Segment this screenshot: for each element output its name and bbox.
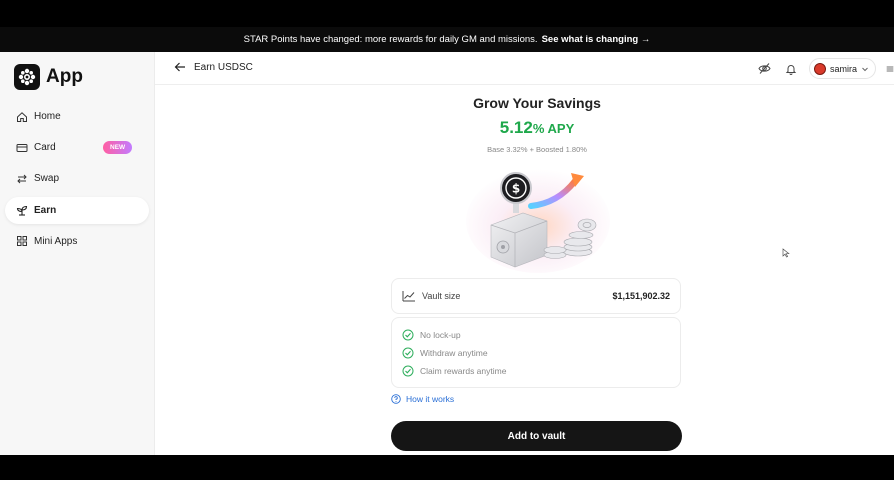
arrow-left-icon	[174, 62, 185, 72]
sidebar: App Home Card NEW Swap Earn Mini Apps	[0, 52, 155, 455]
top-bar: Earn USDSC samira	[155, 52, 894, 85]
logo-text: App	[46, 66, 83, 87]
feature-item: Withdraw anytime	[402, 344, 670, 362]
earn-icon	[16, 206, 28, 216]
sidebar-item-mini-apps[interactable]: Mini Apps	[5, 228, 149, 255]
apy-display: 5.12% APY	[155, 118, 894, 138]
sidebar-item-earn[interactable]: Earn	[5, 196, 149, 224]
menu-icon[interactable]	[886, 61, 894, 77]
home-icon	[17, 111, 27, 122]
vault-illustration: $	[466, 169, 610, 273]
feature-label: Withdraw anytime	[420, 348, 488, 358]
apy-breakdown: Base 3.32% + Boosted 1.80%	[487, 145, 587, 154]
vault-size-value: $1,151,902.32	[612, 291, 670, 301]
chart-trend-icon	[402, 291, 415, 302]
username: samira	[829, 63, 857, 74]
how-it-works-label: How it works	[406, 394, 455, 404]
bell-icon[interactable]	[783, 61, 799, 77]
top-bar-actions: samira	[757, 58, 894, 79]
earn-content: Grow Your Savings 5.12% APY Base 3.32% +…	[155, 85, 894, 455]
feature-item: No lock-up	[402, 326, 670, 344]
new-badge: NEW	[103, 141, 133, 155]
sidebar-item-card[interactable]: Card NEW	[5, 134, 149, 161]
mouse-cursor-icon	[782, 248, 790, 258]
check-circle-icon	[402, 365, 414, 377]
avatar	[813, 62, 826, 75]
letterbox-top	[0, 0, 894, 25]
sidebar-item-label: Mini Apps	[34, 235, 78, 247]
feature-label: No lock-up	[420, 330, 461, 340]
svg-text:$: $	[512, 182, 520, 196]
page-heading: Grow Your Savings	[473, 95, 601, 111]
how-it-works-link[interactable]: How it works	[391, 394, 454, 404]
back-button[interactable]: Earn USDSC	[174, 61, 253, 73]
feature-label: Claim rewards anytime	[420, 366, 507, 376]
card-icon	[16, 143, 28, 152]
sidebar-item-label: Home	[34, 111, 61, 122]
sidebar-item-swap[interactable]: Swap	[5, 165, 149, 192]
vault-size-card: Vault size $1,151,902.32	[391, 278, 681, 314]
grid-icon	[17, 236, 27, 247]
swap-icon	[17, 174, 27, 184]
logo[interactable]: App	[14, 64, 83, 90]
check-circle-icon	[402, 329, 414, 341]
sidebar-item-label: Card	[34, 142, 56, 154]
page-title: Earn USDSC	[194, 61, 253, 73]
check-circle-icon	[402, 347, 414, 359]
banner-link[interactable]: See what is changing →	[542, 34, 651, 45]
apy-unit: % APY	[532, 121, 575, 136]
sidebar-item-home[interactable]: Home	[5, 103, 149, 130]
help-circle-icon	[391, 394, 401, 404]
app-window: App Home Card NEW Swap Earn Mini Apps Ea…	[0, 52, 894, 455]
eye-off-icon[interactable]	[757, 61, 773, 77]
banner-text: STAR Points have changed: more rewards f…	[243, 34, 538, 45]
sidebar-item-label: Earn	[34, 204, 57, 216]
announcement-banner: STAR Points have changed: more rewards f…	[0, 27, 894, 52]
add-to-vault-button[interactable]: Add to vault	[391, 421, 682, 451]
features-card: No lock-up Withdraw anytime Claim reward…	[391, 317, 681, 388]
user-menu[interactable]: samira	[808, 58, 876, 79]
letterbox-bottom	[0, 455, 894, 480]
vault-size-label: Vault size	[422, 291, 461, 301]
logo-icon	[14, 64, 40, 90]
feature-item: Claim rewards anytime	[402, 362, 670, 380]
apy-value: 5.12	[499, 118, 533, 137]
sidebar-nav: Home Card NEW Swap Earn Mini Apps	[5, 103, 149, 259]
sidebar-item-label: Swap	[34, 173, 60, 185]
chevron-down-icon	[862, 67, 868, 71]
